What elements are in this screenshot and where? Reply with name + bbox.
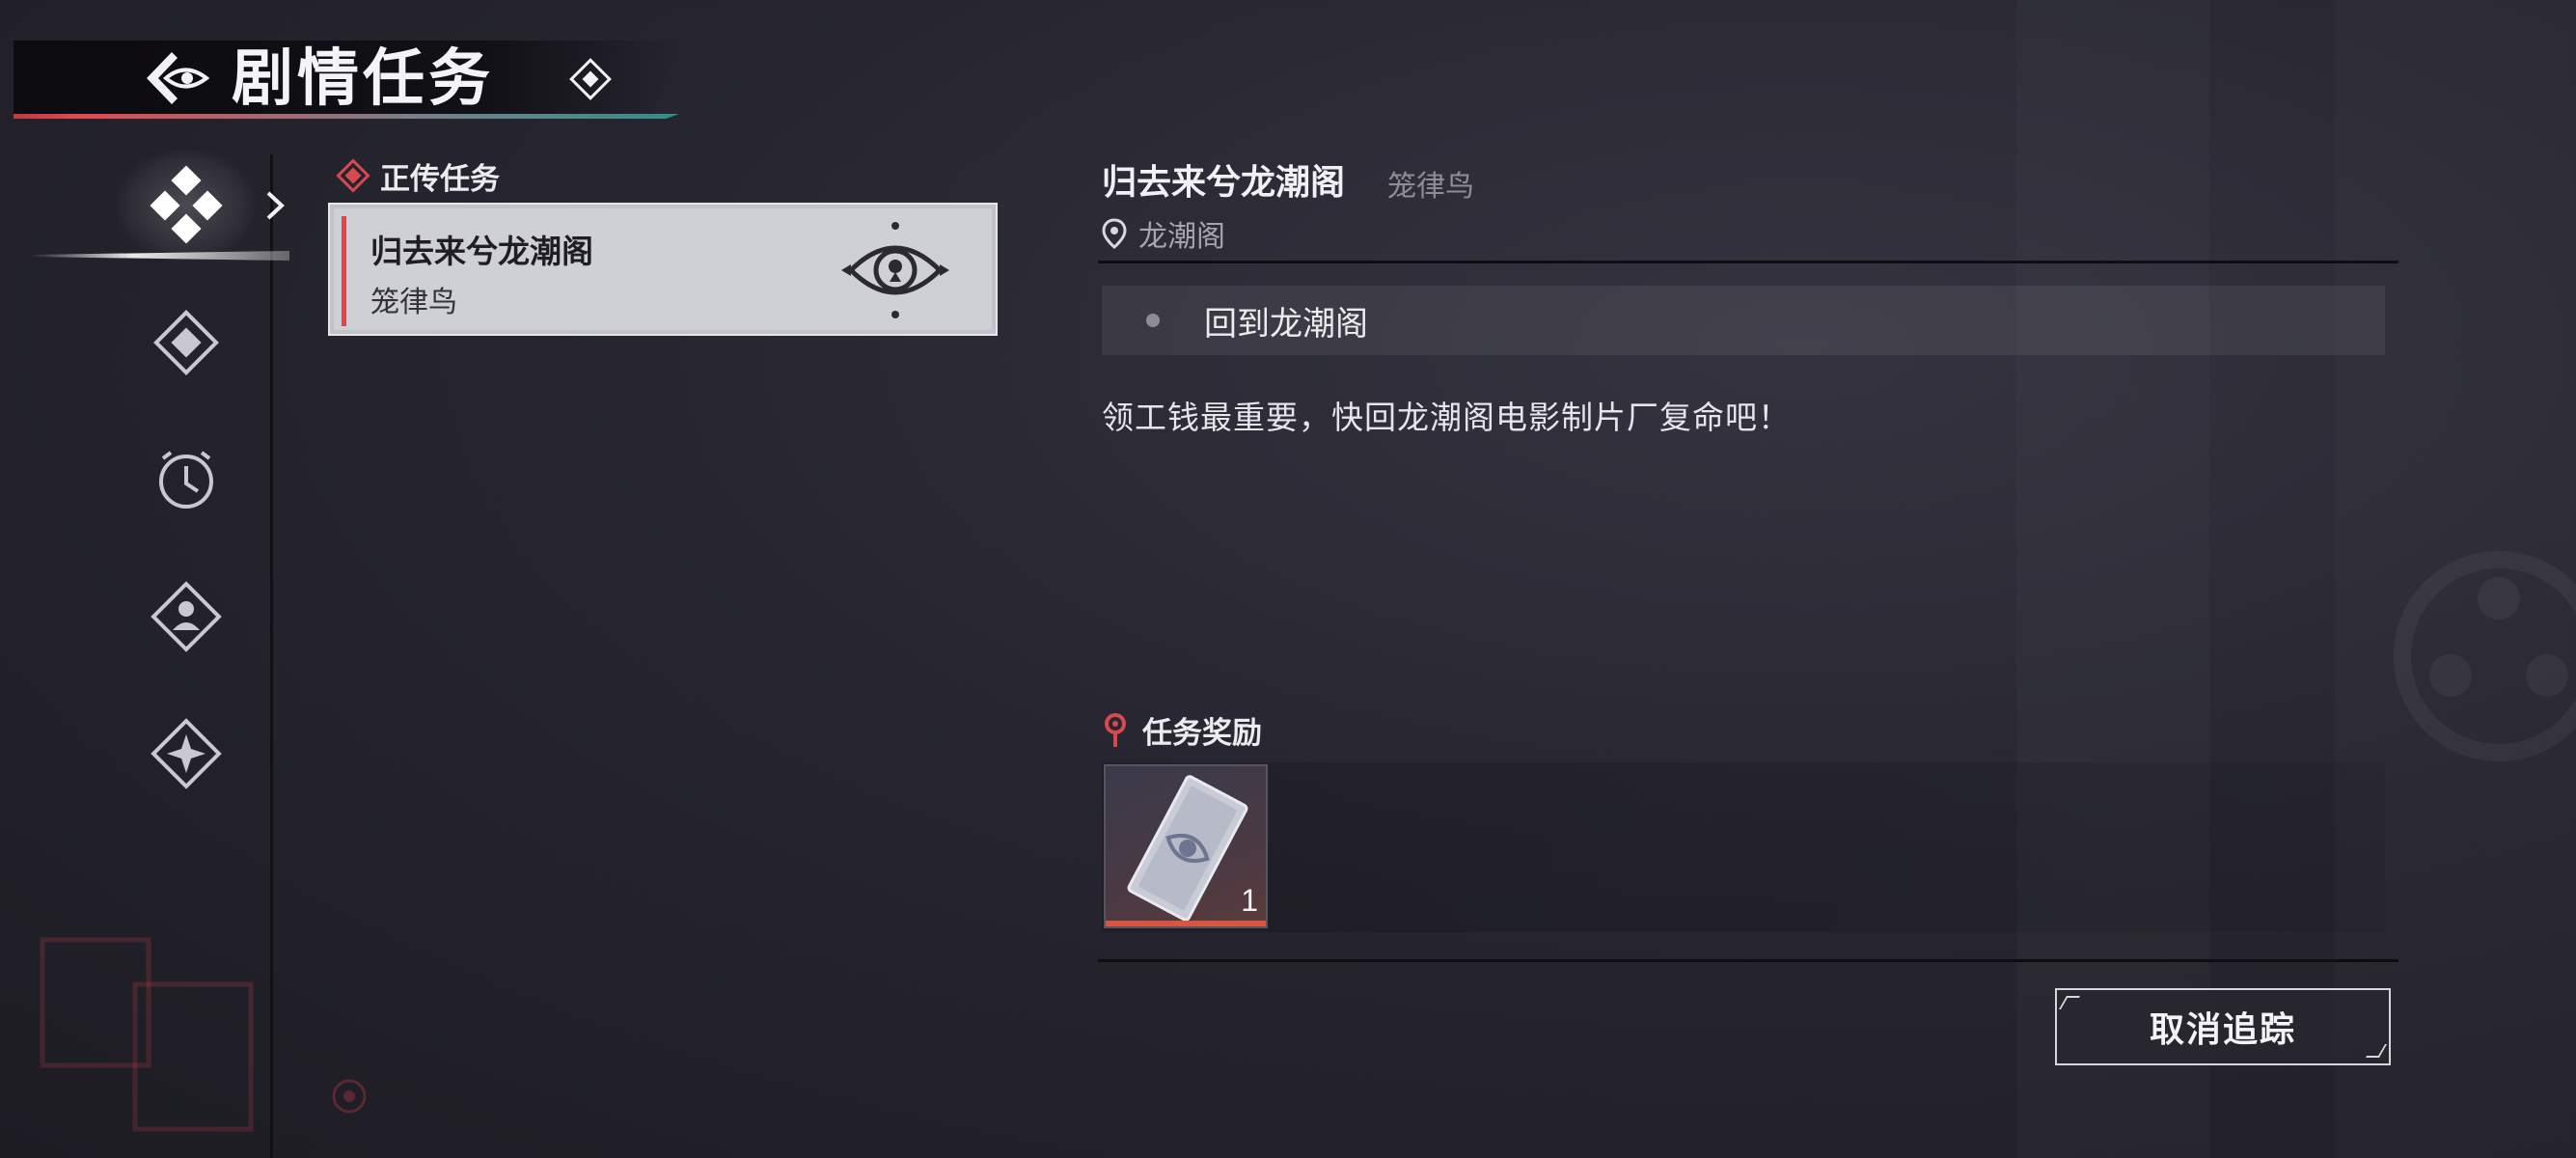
- quest-detail-title: 归去来兮龙潮阁: [1102, 162, 1346, 203]
- back-eye-icon: [147, 52, 210, 104]
- quest-description: 领工钱最重要，快回龙潮阁电影制片厂复命吧！: [1102, 399, 1791, 436]
- reward-count: 1: [1241, 883, 1258, 918]
- background-stripe: [2016, 0, 2209, 1158]
- sidebar-item-timed[interactable]: [135, 428, 237, 531]
- reward-pin-icon: [1105, 713, 1126, 747]
- corner-decoration: [2365, 1044, 2388, 1058]
- section-title: 正传任务: [380, 161, 500, 197]
- back-button[interactable]: [143, 48, 212, 108]
- reward-strip: [1102, 762, 2385, 932]
- quest-card[interactable]: 归去来兮龙潮阁 笼律鸟: [328, 203, 998, 336]
- page-title: 剧情任务: [232, 42, 494, 115]
- quest-detail-npc: 笼律鸟: [1387, 170, 1474, 204]
- main-quest-diamond-icon: [336, 158, 370, 193]
- sidebar-item-special[interactable]: [135, 703, 237, 805]
- corner-decoration: [2058, 996, 2081, 1009]
- reward-item[interactable]: 1: [1104, 764, 1268, 928]
- main-story-diamonds-icon: [150, 165, 223, 244]
- quest-location: 龙潮阁: [1102, 214, 1225, 254]
- divider: [1098, 959, 2398, 962]
- reward-title: 任务奖励: [1142, 715, 1262, 751]
- seal-stamp-decoration: [40, 937, 254, 1132]
- location-text: 龙潮阁: [1138, 220, 1225, 254]
- quest-objective: 回到龙潮阁: [1102, 286, 2385, 355]
- side-quest-diamond-icon: [153, 310, 219, 375]
- sidebar-item-character[interactable]: [135, 565, 237, 668]
- section-header-main-quests: 正传任务: [336, 156, 500, 197]
- quest-card-npc: 笼律鸟: [370, 286, 457, 319]
- star-diamond-icon: [151, 718, 222, 789]
- background-stripe: [2335, 0, 2576, 1158]
- chevron-right-icon: [262, 189, 288, 222]
- sidebar-divider: [270, 154, 273, 1158]
- sidebar-item-main-story[interactable]: [114, 147, 259, 264]
- objective-text: 回到龙潮阁: [1204, 304, 1368, 344]
- location-pin-icon: [1102, 218, 1127, 249]
- diamond-icon: [565, 54, 616, 104]
- cancel-tracking-button[interactable]: 取消追踪: [2055, 988, 2391, 1065]
- person-diamond-icon: [151, 581, 222, 652]
- target-decoration: [332, 1079, 367, 1114]
- cancel-tracking-label: 取消追踪: [2149, 1009, 2296, 1050]
- tracking-eye-icon: [841, 222, 949, 318]
- clock-icon: [159, 451, 213, 509]
- quest-card-title: 归去来兮龙潮阁: [370, 233, 593, 270]
- divider: [1098, 261, 2398, 263]
- bullet-icon: [1146, 314, 1160, 327]
- reward-header: 任务奖励: [1102, 708, 1262, 751]
- sidebar-item-side-quests[interactable]: [135, 291, 237, 394]
